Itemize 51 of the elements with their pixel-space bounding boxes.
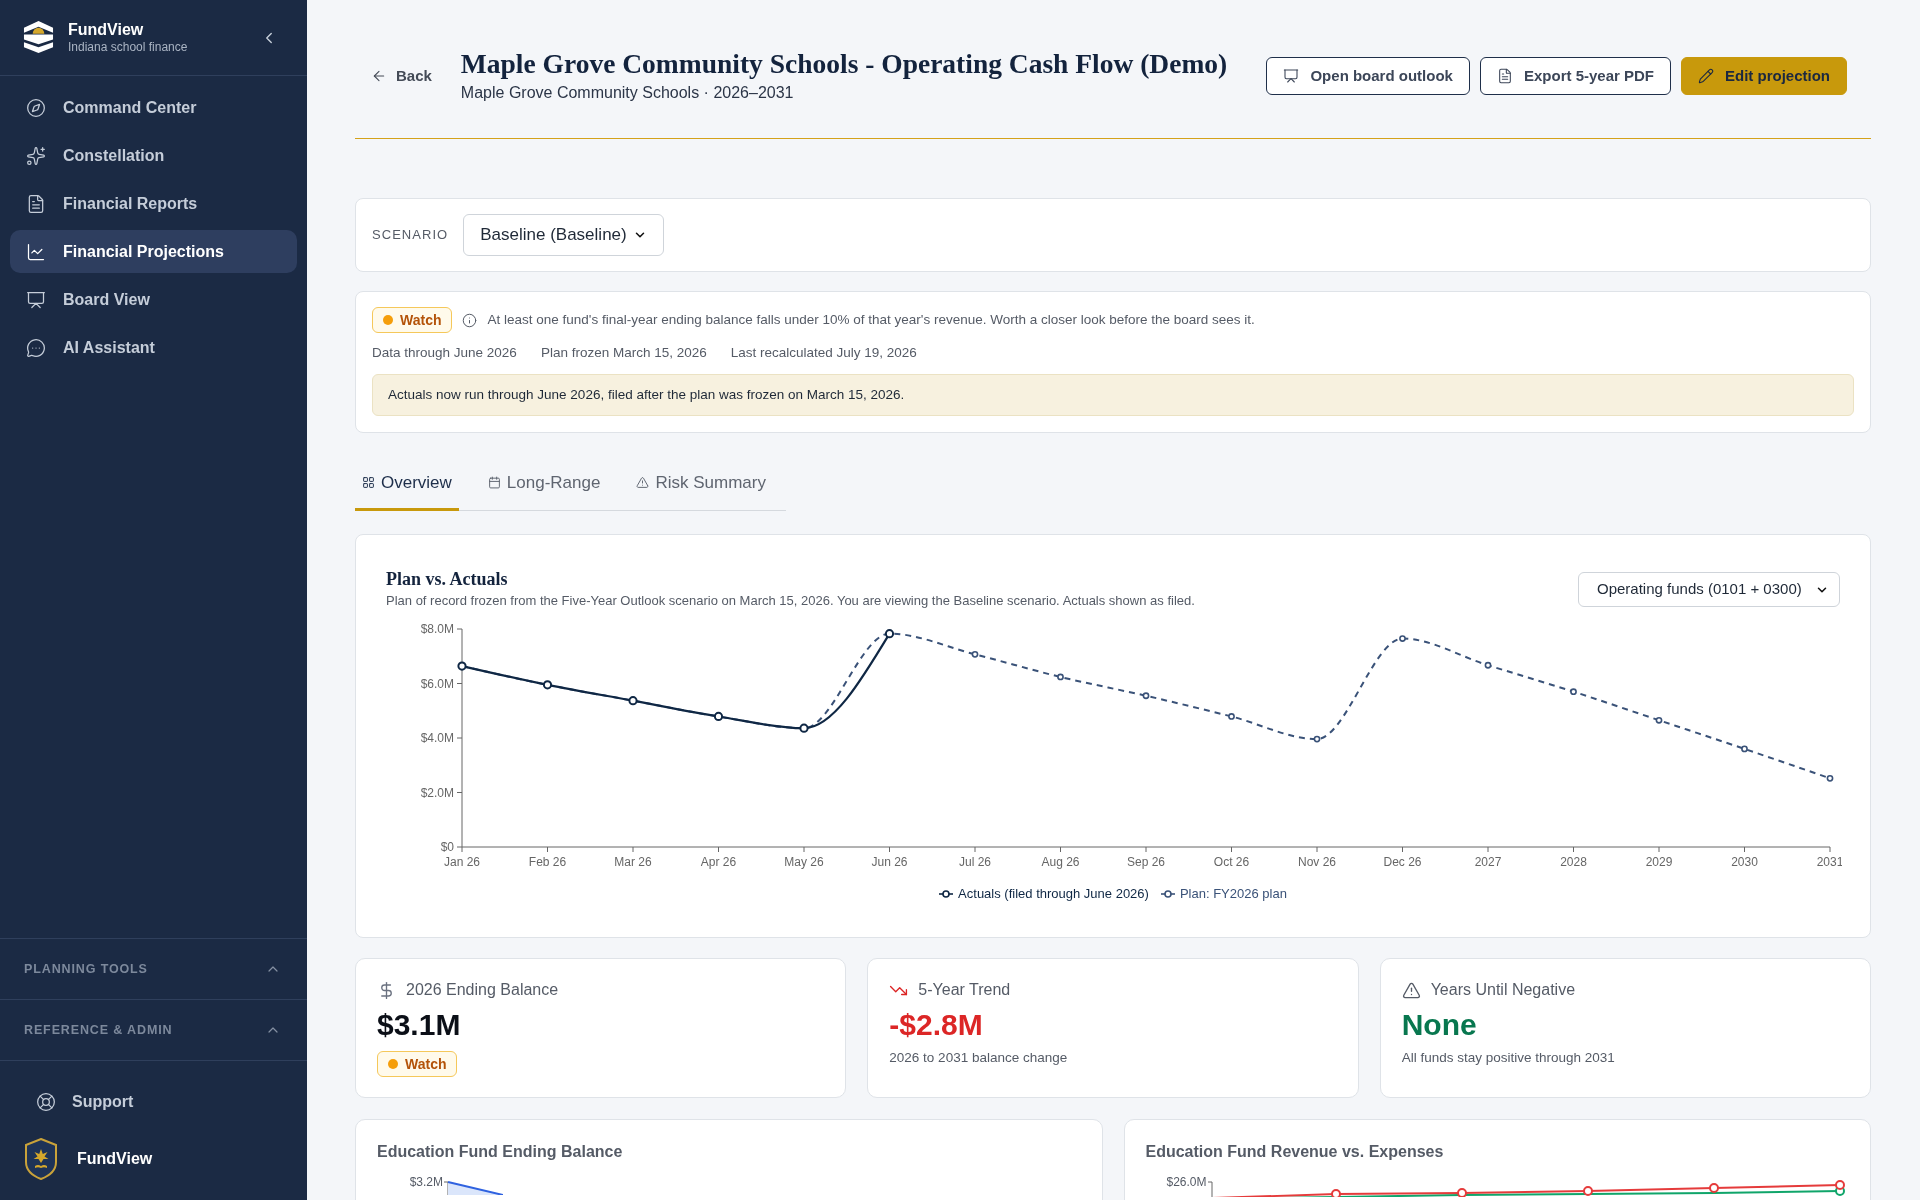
x-axis-label: 2029 [1645,855,1673,869]
x-axis-label: Jan 26 [444,855,480,869]
x-axis-label: Aug 26 [1041,855,1080,869]
status-badge: Watch [372,307,453,333]
x-axis-label: 2030 [1731,855,1758,869]
footer-brand-name: FundView [77,1149,153,1169]
y-axis-label: $2.0M [420,785,454,800]
chart-title: Education Fund Revenue vs. Expenses [1145,1142,1444,1162]
legend-label: Plan: FY2026 plan [1179,885,1287,903]
x-axis-label: 2028 [1560,855,1587,869]
x-axis-label: Feb 26 [528,855,567,869]
x-axis-label: Jul 26 [959,855,991,869]
notice-banner: Actuals now run through June 2026, filed after the plan was frozen on March 15, 2026. [372,374,1854,416]
y-axis-label: $26.0M [1165,1175,1207,1189]
y-axis-label: $4.0M [420,731,454,745]
y-axis-label: $0 [440,840,454,854]
page-title: Maple Grove Community Schools - Operating Cash Flow (Demo) [460,47,1228,81]
y-axis-label: $3.2M [408,1175,443,1189]
y-axis-label: $6.0M [420,676,454,691]
kpi-value: None [1401,1007,1477,1043]
brand-tagline: Indiana school finance [68,39,188,55]
x-axis-label: Nov 26 [1298,855,1336,869]
scenario-label: SCENARIO [372,226,449,245]
meta-text: Plan frozen March 15, 2026 [540,343,707,362]
status-message: At least one fund's final-year ending balance falls under 10% of that year's revenue. Worth a closer look before the board sees it. [487,310,1255,329]
kpi-value: $3.1M [377,1007,461,1043]
x-axis-label: 2027 [1474,855,1502,869]
x-axis-label: May 26 [784,855,824,869]
chart-title: Education Fund Ending Balance [377,1142,623,1162]
meta-text: Data through June 2026 [372,343,517,362]
y-axis-label: $8.0M [420,622,454,636]
x-axis-label: Mar 26 [614,855,652,869]
kpi-value: -$2.8M [889,1007,983,1043]
legend-label: Actuals (filed through June 2026) [958,885,1149,903]
kpi-note: All funds stay positive through 2031 [1401,1049,1615,1067]
kpi-label: 5-Year Trend [918,980,1011,1000]
x-axis-label: Dec 26 [1383,855,1422,869]
status-badge: Watch [377,1051,458,1077]
x-axis-label: 2031 [1816,855,1842,869]
page-subtitle: Maple Grove Community Schools · 2026–2031 [460,83,795,103]
brand-name: FundView [68,20,145,39]
meta-text: Last recalculated July 19, 2026 [730,343,917,362]
x-axis-label: Oct 26 [1213,855,1250,869]
kpi-label: Years Until Negative [1430,980,1576,1000]
kpi-label: 2026 Ending Balance [406,980,559,1000]
x-axis-label: Apr 26 [700,855,737,869]
chart-subtitle: Plan of record frozen from the Five-Year Outlook scenario on March 15, 2026. You are viewing the Baseline scenario. Actuals shown as filed. [386,592,1195,610]
x-axis-label: Jun 26 [871,855,908,869]
chart-title: Plan vs. Actuals [386,568,509,591]
kpi-note: 2026 to 2031 balance change [889,1049,1068,1067]
x-axis-label: Sep 26 [1127,855,1165,869]
